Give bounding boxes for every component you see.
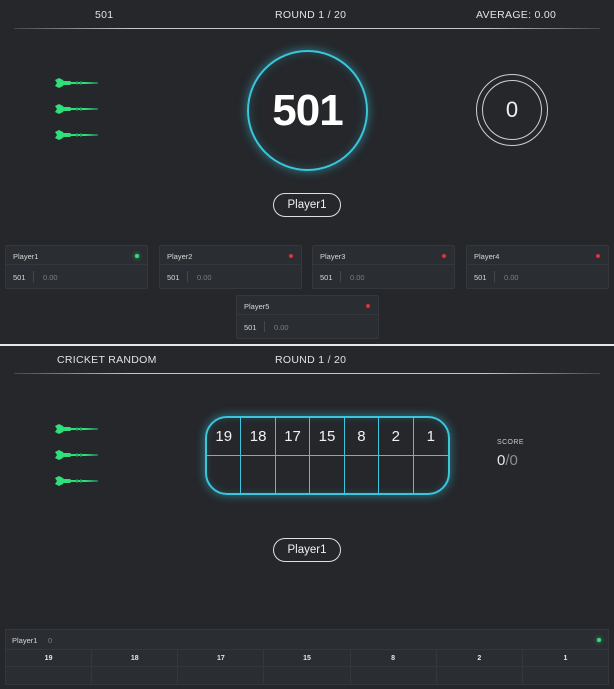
score-max: 0	[509, 452, 518, 469]
table-cell	[351, 667, 437, 685]
cricket-mark-cell	[345, 455, 380, 493]
player-card-3[interactable]: Player3 501 0.00	[312, 245, 455, 289]
table-header-row: 19 18 17 15 8 2 1	[6, 649, 608, 667]
player-card-5[interactable]: Player5 501 0.00	[236, 295, 379, 339]
status-dot-icon	[597, 638, 601, 642]
dart-icon	[54, 77, 100, 89]
x01-game-panel: 501 ROUND 1 / 20 AVERAGE: 0.00 501 0 Pla…	[0, 0, 614, 344]
player-average: 0.00	[274, 323, 289, 332]
table-header-cell: 8	[351, 650, 437, 666]
round-label: ROUND 1 / 20	[275, 9, 347, 21]
header-divider	[14, 28, 600, 29]
card-divider	[160, 264, 301, 265]
table-header-cell: 2	[437, 650, 523, 666]
player-score: 501	[474, 273, 487, 282]
game-name: 501	[95, 9, 114, 21]
cricket-player-table[interactable]: Player1 0 19 18 17 15 8 2 1	[5, 629, 609, 685]
cricket-mark-cell	[414, 456, 448, 494]
turn-score: 0	[505, 97, 519, 122]
player-average: 0.00	[197, 273, 212, 282]
player-score: 501	[167, 273, 180, 282]
cricket-number: 17	[275, 418, 311, 456]
cricket-number: 2	[379, 418, 414, 456]
table-row	[6, 667, 608, 685]
game-name: CRICKET RANDOM	[57, 354, 157, 366]
cricket-mark-cell	[379, 455, 414, 493]
player-name: Player2	[167, 252, 193, 261]
card-divider	[313, 264, 454, 265]
player-score: 501	[244, 323, 257, 332]
dart-icon	[54, 475, 100, 487]
table-header-cell: 1	[563, 654, 568, 662]
player-average: 0.00	[504, 273, 519, 282]
score-separator	[33, 271, 34, 282]
status-dot-icon	[135, 254, 139, 258]
status-dot-icon	[442, 254, 446, 258]
active-player-button[interactable]: Player1	[273, 538, 341, 562]
card-divider	[467, 264, 608, 265]
cricket-mark-cell	[310, 455, 345, 493]
table-cell	[523, 667, 608, 685]
player-score: 501	[13, 273, 26, 282]
player-name: Player5	[244, 302, 270, 311]
status-dot-icon	[366, 304, 370, 308]
round-label: ROUND 1 / 20	[275, 354, 347, 366]
cricket-number: 18	[241, 418, 276, 456]
table-cell	[92, 667, 179, 685]
player-name: Player4	[474, 252, 500, 261]
player-name: Player1	[12, 636, 38, 645]
table-cell	[264, 667, 351, 685]
player-card-4[interactable]: Player4 501 0.00	[466, 245, 609, 289]
score-value: 0/0	[497, 452, 518, 469]
dart-icon	[54, 129, 100, 141]
player-card-2[interactable]: Player2 501 0.00	[159, 245, 302, 289]
dart-icon	[54, 449, 100, 461]
score-separator	[494, 271, 495, 282]
table-header-cell: 19	[6, 650, 93, 666]
cricket-number: 8	[344, 418, 380, 456]
dart-icon	[54, 423, 100, 435]
cricket-mark-cell	[207, 455, 242, 493]
table-header-cell: 18	[92, 650, 179, 666]
cricket-number: 1	[413, 418, 448, 456]
player-name: Player3	[320, 252, 346, 261]
player-average: 0.00	[350, 273, 365, 282]
status-dot-icon	[596, 254, 600, 258]
score-separator	[187, 271, 188, 282]
score-separator	[340, 271, 341, 282]
header-divider	[14, 373, 600, 374]
table-header-cell: 17	[178, 650, 265, 666]
player-score: 501	[320, 273, 333, 282]
cricket-number: 19	[207, 418, 242, 456]
cricket-mark-cell	[241, 455, 276, 493]
score-separator	[264, 321, 265, 332]
player-card-1[interactable]: Player1 501 0.00	[5, 245, 148, 289]
main-score-ring: 501	[247, 50, 368, 171]
active-player-button[interactable]: Player1	[273, 193, 341, 217]
cricket-board: 19 18 17 15 8 2 1	[205, 416, 450, 495]
table-header-cell: 15	[264, 650, 351, 666]
average-label: AVERAGE: 0.00	[476, 9, 557, 21]
turn-score-ring: 0	[476, 74, 548, 146]
score-label: SCORE	[497, 439, 524, 446]
table-cell	[437, 667, 523, 685]
main-score: 501	[272, 85, 343, 135]
card-divider	[237, 314, 378, 315]
player-score: 0	[48, 636, 53, 645]
table-cell	[178, 667, 265, 685]
cricket-number: 15	[310, 418, 345, 456]
player-average: 0.00	[43, 273, 58, 282]
dart-icon	[54, 103, 100, 115]
table-cell	[6, 667, 93, 685]
player-name: Player1	[13, 252, 39, 261]
card-divider	[6, 264, 147, 265]
cricket-mark-cell	[276, 455, 311, 493]
status-dot-icon	[289, 254, 293, 258]
